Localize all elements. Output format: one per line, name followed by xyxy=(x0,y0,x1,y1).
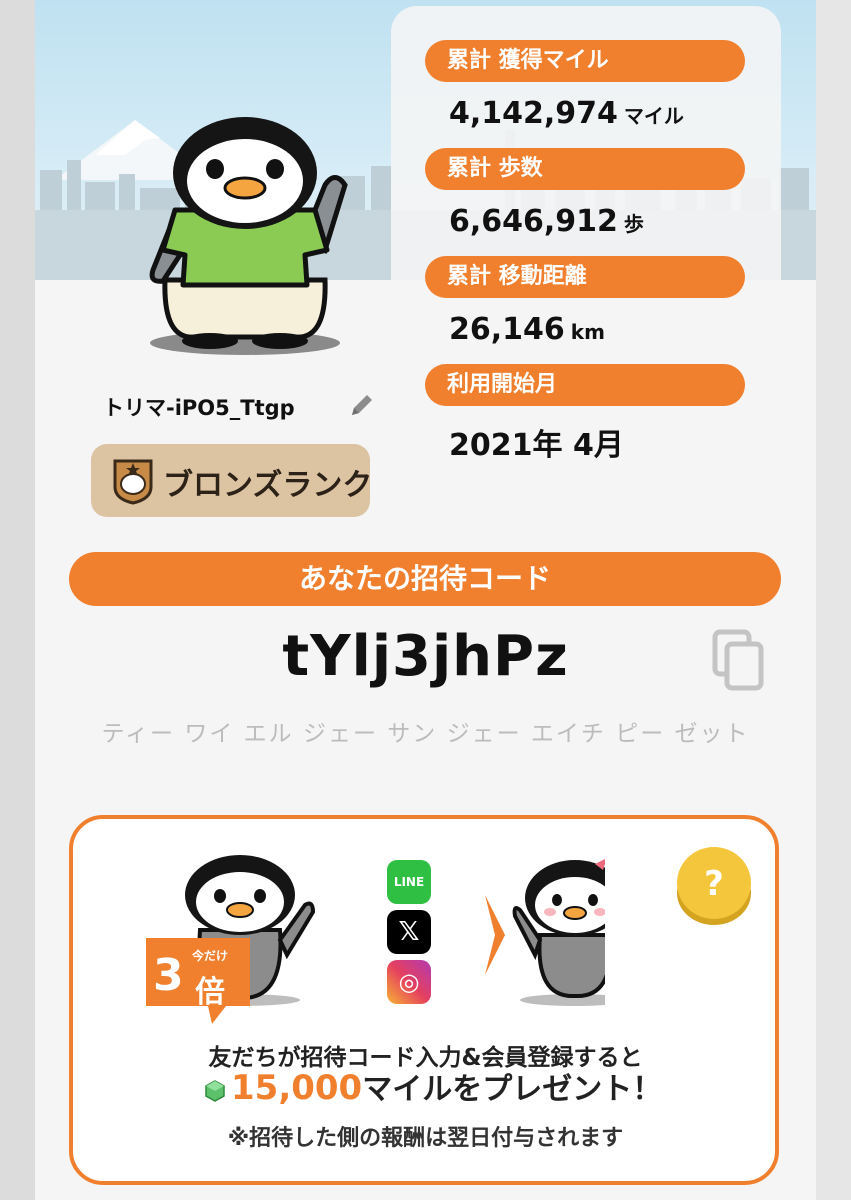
stat-label-miles: 累計 獲得マイル xyxy=(425,40,745,82)
penguin-mascot-image xyxy=(149,117,348,355)
reward-text: マイルをプレゼント！ xyxy=(362,1072,663,1107)
stat-value-miles: 4,142,974 マイル xyxy=(449,96,684,131)
stat-value-distance: 26,146 km xyxy=(449,312,605,347)
profile-screen: 累計 獲得マイル 4,142,974 マイル 累計 歩数 6,646,912 歩 累… xyxy=(35,0,816,1200)
x-share-button[interactable]: 𝕏 xyxy=(387,910,431,954)
copy-icon[interactable] xyxy=(711,628,767,692)
penguin-shield-icon xyxy=(113,459,153,505)
invite-code: tYlj3jhPz xyxy=(282,624,569,689)
stat-label-steps: 累計 歩数 xyxy=(425,148,745,190)
stat-label-start-month: 利用開始月 xyxy=(425,364,745,406)
stat-value-steps: 6,646,912 歩 xyxy=(449,204,644,239)
help-question-button[interactable]: ? xyxy=(675,843,753,927)
line-share-button[interactable]: LINE xyxy=(387,860,431,904)
badge-multiplier-unit: 倍 xyxy=(195,975,225,1010)
stat-value-start-month: 2021年 4月 xyxy=(449,428,624,463)
help-mark: ? xyxy=(704,864,724,904)
green-gem-icon xyxy=(205,1079,225,1102)
stat-label-distance: 累計 移動距離 xyxy=(425,256,745,298)
invite-code-reading: ティー ワイ エル ジェー サン ジェー エイチ ピー ゼット xyxy=(101,721,750,747)
invite-code-header: あなたの招待コード xyxy=(69,552,781,606)
rank-label: ブロンズランク xyxy=(163,468,373,503)
username: トリマ-iPO5_Ttgp xyxy=(103,396,295,420)
rank-badge[interactable]: ブロンズランク xyxy=(91,444,373,517)
promo-note: ※招待した側の報酬は翌日付与されます xyxy=(227,1126,624,1151)
pencil-edit-icon[interactable] xyxy=(347,390,377,420)
reward-amount: 15,000 xyxy=(231,1068,363,1108)
promo-reward: 15,000マイルをプレゼント！ xyxy=(205,1064,662,1108)
badge-multiplier-number: 3 xyxy=(153,950,184,1001)
instagram-share-button[interactable]: ◎ xyxy=(387,960,431,1004)
badge-limited-time: 今だけ xyxy=(192,949,229,963)
screen-edge xyxy=(816,0,851,1200)
